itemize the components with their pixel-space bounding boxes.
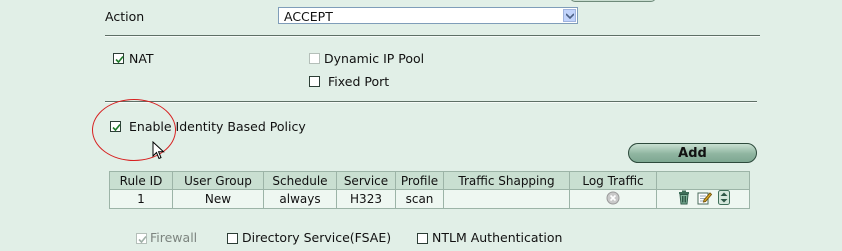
action-select[interactable]: ACCEPT	[278, 7, 578, 24]
cell-actions	[656, 189, 750, 209]
fixed-port-label: Fixed Port	[328, 74, 390, 89]
firewall-label: Firewall	[150, 230, 198, 245]
nat-label: NAT	[129, 51, 154, 66]
fsae-checkbox[interactable]	[227, 233, 238, 244]
column-header-service: Service	[336, 171, 396, 190]
top-button-partial[interactable]	[570, 0, 656, 2]
ntlm-checkbox[interactable]	[417, 233, 428, 244]
move-icon[interactable]	[717, 190, 730, 208]
column-header-user-group: User Group	[172, 171, 264, 190]
action-select-value: ACCEPT	[284, 9, 333, 24]
check-icon	[138, 235, 147, 244]
column-header-profile: Profile	[395, 171, 444, 190]
dynamic-ip-pool-label: Dynamic IP Pool	[324, 51, 425, 66]
divider-top	[105, 35, 760, 37]
firewall-checkbox[interactable]	[136, 233, 147, 244]
column-header-schedule: Schedule	[263, 171, 337, 190]
check-icon	[115, 55, 124, 64]
fsae-label: Directory Service(FSAE)	[242, 230, 392, 245]
table-header-row: Rule ID User Group Schedule Service Prof…	[109, 171, 750, 190]
cell-log-traffic	[569, 189, 657, 209]
dynamic-ip-pool-checkbox[interactable]	[309, 53, 320, 64]
divider-middle	[105, 101, 757, 103]
edit-icon[interactable]	[697, 190, 712, 208]
chevron-down-icon[interactable]	[563, 9, 576, 22]
cell-schedule: always	[263, 189, 337, 209]
column-header-log-traffic: Log Traffic	[569, 171, 657, 190]
column-header-traffic-shaping: Traffic Shapping	[443, 171, 570, 190]
cell-user-group: New	[172, 189, 264, 209]
column-header-rule-id: Rule ID	[109, 171, 173, 190]
mouse-cursor-icon	[152, 140, 166, 164]
fixed-port-checkbox[interactable]	[309, 76, 320, 87]
trash-icon[interactable]	[677, 190, 691, 208]
table-row[interactable]: 1 New always H323 scan	[109, 189, 750, 209]
disabled-icon	[606, 191, 620, 208]
ntlm-label: NTLM Authentication	[432, 230, 563, 245]
cell-traffic-shaping	[443, 189, 570, 209]
action-label: Action	[105, 9, 145, 24]
cell-rule-id: 1	[109, 189, 173, 209]
cell-profile: scan	[395, 189, 444, 209]
cell-service: H323	[336, 189, 396, 209]
nat-checkbox[interactable]	[113, 53, 124, 64]
column-header-actions	[656, 171, 750, 190]
rules-table: Rule ID User Group Schedule Service Prof…	[109, 171, 750, 209]
add-button[interactable]: Add	[628, 143, 757, 163]
